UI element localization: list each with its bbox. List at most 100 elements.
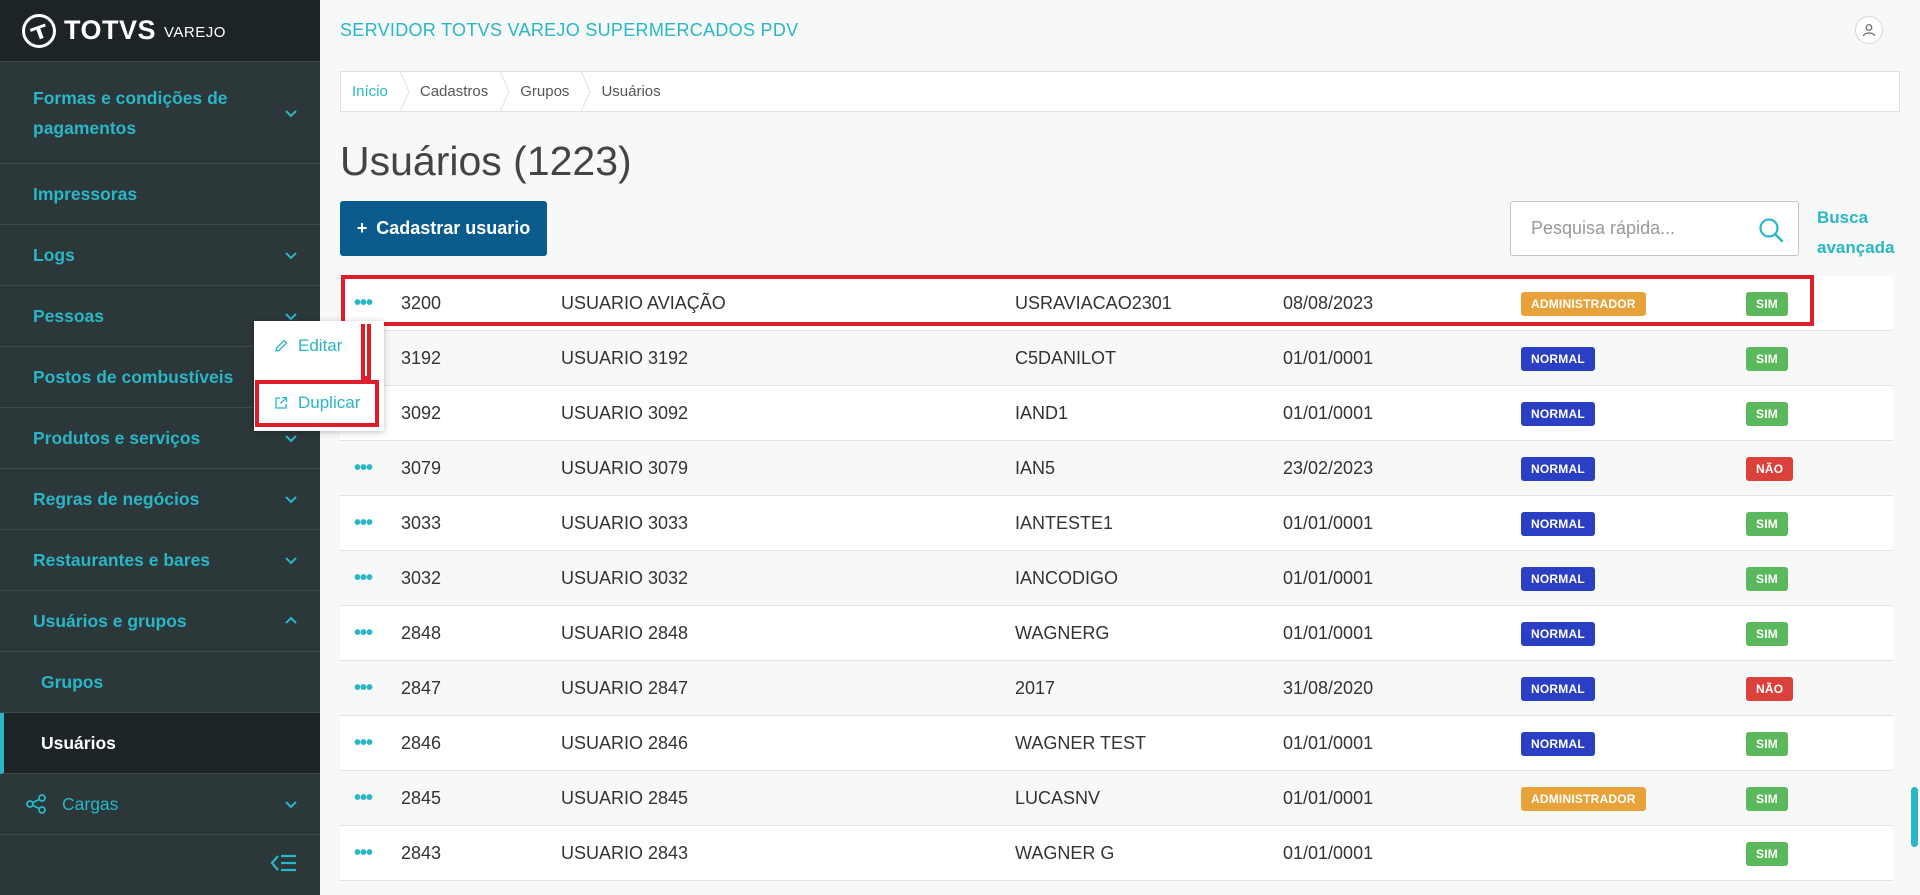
sidebar-item-logs[interactable]: Logs: [0, 225, 320, 286]
cell-type: NORMAL: [1521, 661, 1595, 716]
cell-date: 01/01/0001: [1283, 348, 1374, 368]
sidebar-item-label: Grupos: [41, 671, 104, 692]
sidebar-item-label: Postos de combustíveis: [33, 366, 234, 387]
highlight-duplicate-annotation: [255, 380, 379, 427]
cell-date: 31/08/2020: [1283, 678, 1374, 698]
cell-active: SIM: [1746, 331, 1788, 386]
chevron-down-icon: [285, 109, 297, 117]
cell-date: 01/01/0001: [1283, 623, 1374, 643]
breadcrumb-item-cadastros[interactable]: Cadastros: [410, 72, 500, 111]
row-actions-icon[interactable]: •••: [354, 551, 373, 606]
sidebar-item-label: Logs: [33, 244, 75, 265]
quick-search-input[interactable]: [1511, 218, 1741, 239]
table-row[interactable]: ••• 3079 USUARIO 3079 IAN5 23/02/2023 NORMAL N…: [340, 441, 1893, 496]
sidebar-item-impressoras[interactable]: Impressoras: [0, 164, 320, 225]
highlight-row-annotation: [341, 275, 1814, 326]
cell-login: WAGNERG: [1015, 623, 1110, 643]
table-row[interactable]: ••• 2843 USUARIO 2843 WAGNER G 01/01/0001 SIM: [340, 826, 1893, 881]
row-actions-icon[interactable]: •••: [354, 826, 373, 881]
cell-date: 01/01/0001: [1283, 733, 1374, 753]
cell-login: IANTESTE1: [1015, 513, 1114, 533]
active-badge: SIM: [1746, 841, 1788, 866]
cell-login: WAGNER TEST: [1015, 733, 1147, 753]
sidebar-item-usuarios-grupos[interactable]: Usuários e grupos: [0, 591, 320, 652]
table-row[interactable]: ••• 2848 USUARIO 2848 WAGNERG 01/01/0001 NORM…: [340, 606, 1893, 661]
cell-active: NÃO: [1746, 441, 1794, 496]
cell-name: USUARIO 2845: [561, 788, 689, 808]
sidebar-item-grupos[interactable]: Grupos: [0, 652, 320, 713]
cell-id: 3079: [401, 458, 442, 478]
page-title: Usuários (1223): [340, 138, 632, 184]
edit-label: Editar: [298, 336, 343, 355]
cell-active: SIM: [1746, 551, 1788, 606]
cell-name: USUARIO 2847: [561, 678, 689, 698]
breadcrumb-item-inicio[interactable]: Início: [341, 72, 400, 111]
add-user-button[interactable]: + Cadastrar usuario: [340, 201, 547, 256]
active-badge: SIM: [1746, 731, 1788, 756]
row-actions-icon[interactable]: •••: [354, 606, 373, 661]
cell-date: 01/01/0001: [1283, 403, 1374, 423]
cell-name: USUARIO 3192: [561, 348, 689, 368]
sidebar-item-label: Impressoras: [33, 183, 138, 204]
row-actions-icon[interactable]: •••: [354, 441, 373, 496]
sidebar-item-pagamentos[interactable]: Formas e condições de pagamentos: [0, 62, 320, 164]
breadcrumb: Início Cadastros Grupos Usuários: [340, 71, 1900, 112]
cell-date: 01/01/0001: [1283, 788, 1374, 808]
cell-type: ADMINISTRADOR: [1521, 771, 1646, 826]
sidebar-item-label: Formas e condições de pagamentos: [33, 87, 228, 138]
collapse-sidebar-icon[interactable]: [270, 852, 298, 874]
chevron-down-icon: [285, 252, 297, 260]
chevron-down-icon: [285, 801, 297, 809]
cell-date: 01/01/0001: [1283, 568, 1374, 588]
add-user-label: Cadastrar usuario: [376, 218, 531, 238]
active-badge: SIM: [1746, 401, 1788, 426]
table-row[interactable]: 3192 USUARIO 3192 C5DANILOT 01/01/0001 NORMA…: [340, 331, 1893, 386]
table-row[interactable]: ••• 3032 USUARIO 3032 IANCODIGO 01/01/0001 NO…: [340, 551, 1893, 606]
table-row[interactable]: ••• 2846 USUARIO 2846 WAGNER TEST 01/01/0001…: [340, 716, 1893, 771]
table-row[interactable]: ••• 2845 USUARIO 2845 LUCASNV 01/01/0001 ADMI…: [340, 771, 1893, 826]
cell-active: NÃO: [1746, 661, 1794, 716]
cell-login: LUCASNV: [1015, 788, 1101, 808]
breadcrumb-item-grupos[interactable]: Grupos: [510, 72, 581, 111]
cell-date: 01/01/0001: [1283, 513, 1374, 533]
table-row[interactable]: ••• 2847 USUARIO 2847 2017 31/08/2020 NORMAL N…: [340, 661, 1893, 716]
sidebar-item-label: Produtos e serviços: [33, 427, 201, 448]
cell-id: 2847: [401, 678, 442, 698]
table-row[interactable]: 3092 USUARIO 3092 IAND1 01/01/0001 NORMAL SIM: [340, 386, 1893, 441]
highlight-connector-annotation: [361, 324, 371, 380]
type-badge: NORMAL: [1521, 566, 1595, 591]
quick-search-box: [1510, 201, 1799, 256]
sidebar-item-label: Restaurantes e bares: [33, 549, 211, 570]
cell-type: NORMAL: [1521, 386, 1595, 441]
cell-id: 3192: [401, 348, 442, 368]
active-badge: NÃO: [1746, 676, 1794, 701]
cell-login: C5DANILOT: [1015, 348, 1117, 368]
sidebar-item-cargas[interactable]: Cargas: [0, 774, 320, 835]
cell-login: IAND1: [1015, 403, 1069, 423]
cell-active: SIM: [1746, 496, 1788, 551]
sidebar-item-regras[interactable]: Regras de negócios: [0, 469, 320, 530]
table-row[interactable]: ••• 3033 USUARIO 3033 IANTESTE1 01/01/0001 NO…: [340, 496, 1893, 551]
active-badge: SIM: [1746, 566, 1788, 591]
pencil-icon: [275, 339, 288, 352]
user-menu-button[interactable]: [1855, 16, 1883, 44]
sidebar-item-usuarios[interactable]: Usuários: [0, 713, 320, 774]
scrollbar-thumb[interactable]: [1911, 787, 1918, 847]
row-actions-icon[interactable]: •••: [354, 771, 373, 826]
row-actions-icon[interactable]: •••: [354, 661, 373, 716]
cell-id: 3033: [401, 513, 442, 533]
chevron-down-icon: [285, 557, 297, 565]
advanced-search-link[interactable]: Busca avançada: [1817, 203, 1897, 263]
share-icon: [26, 794, 46, 814]
cell-active: SIM: [1746, 606, 1788, 661]
cell-name: USUARIO 2843: [561, 843, 689, 863]
breadcrumb-separator: [581, 71, 591, 112]
user-icon: [1862, 24, 1876, 37]
active-badge: SIM: [1746, 621, 1788, 646]
row-actions-icon[interactable]: •••: [354, 496, 373, 551]
plus-icon: +: [356, 218, 368, 238]
cell-login: IANCODIGO: [1015, 568, 1119, 588]
row-actions-icon[interactable]: •••: [354, 716, 373, 771]
search-icon[interactable]: [1758, 217, 1784, 243]
sidebar-item-restaurantes[interactable]: Restaurantes e bares: [0, 530, 320, 591]
